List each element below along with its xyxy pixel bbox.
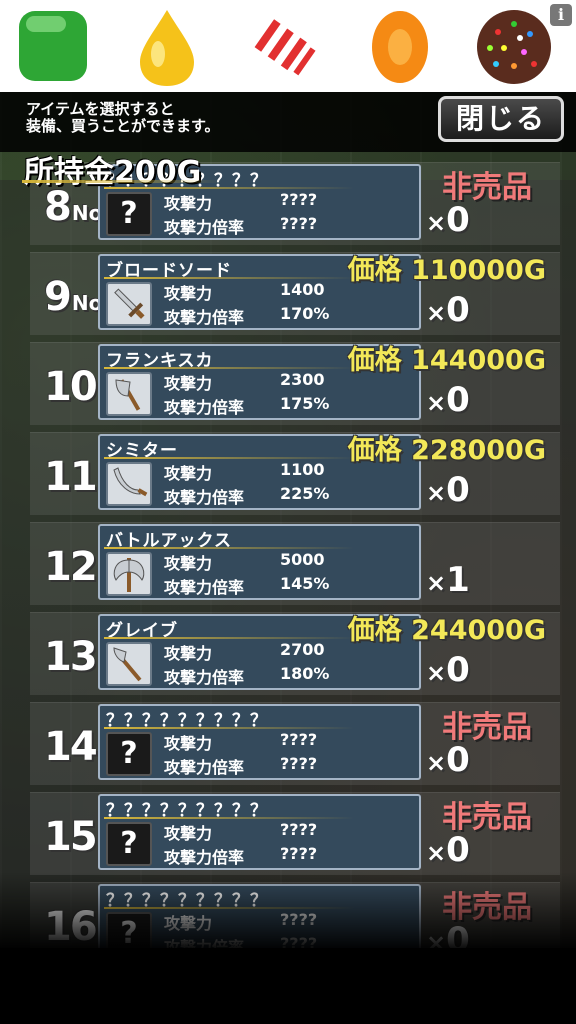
attack-rate-value: 145% — [280, 574, 330, 593]
shop-header: アイテムを選択すると 装備、買うことができます。 閉じる — [0, 92, 576, 152]
attack-rate-label: 攻撃力倍率 — [164, 668, 245, 687]
item-name-underline — [104, 457, 354, 459]
item-count: ×1 — [426, 560, 470, 600]
attack-rate-value: 170% — [280, 304, 330, 323]
attack-value: 5000 — [280, 550, 325, 569]
attack-rate-label: 攻撃力倍率 — [164, 578, 245, 597]
attack-rate-label: 攻撃力倍率 — [164, 218, 245, 237]
green-square-candy-icon[interactable] — [16, 8, 90, 84]
attack-rate-value: ???? — [280, 844, 318, 863]
color-bomb-candy-icon[interactable] — [474, 8, 554, 86]
item-name-underline — [104, 547, 354, 549]
orange-round-candy-icon[interactable] — [370, 8, 430, 86]
item-price: 価格 244000G — [347, 615, 546, 646]
item-count: ×0 — [426, 830, 470, 870]
unknown-item-icon: ? — [106, 822, 152, 866]
unknown-item-icon: ? — [106, 192, 152, 236]
close-button[interactable]: 閉じる — [438, 96, 564, 142]
attack-value: 1100 — [280, 460, 325, 479]
attack-rate-value: 175% — [280, 394, 330, 413]
item-price: 価格 144000G — [347, 345, 546, 376]
attack-value: 2300 — [280, 370, 325, 389]
item-name-underline — [104, 727, 354, 729]
attack-label: 攻撃力 — [164, 734, 213, 753]
item-row[interactable]: 14No ？？？？？？？？？ ? 攻撃力 ???? 攻撃力倍率 ???? ×0 … — [0, 702, 576, 790]
item-name-underline — [104, 637, 354, 639]
item-shop-screen: アイテムを選択すると 装備、買うことができます。 閉じる 8 No ？？？？？？？… — [0, 92, 576, 948]
unknown-item-icon: ? — [106, 732, 152, 776]
attack-rate-value: 225% — [280, 484, 330, 503]
attack-rate-label: 攻撃力倍率 — [164, 488, 245, 507]
bottom-fade — [0, 872, 576, 948]
broadsword-icon — [106, 282, 152, 326]
item-name-underline — [104, 277, 354, 279]
item-name-underline — [104, 817, 354, 819]
item-card[interactable]: ？？？？？？？？？ ? 攻撃力 ???? 攻撃力倍率 ???? — [98, 794, 421, 870]
attack-label: 攻撃力 — [164, 824, 213, 843]
attack-value: ???? — [280, 730, 318, 749]
attack-value: 1400 — [280, 280, 325, 299]
not-for-sale-label: 非売品 — [442, 710, 532, 745]
item-number: 9 No — [44, 274, 103, 320]
item-count: ×0 — [426, 380, 470, 420]
glaive-icon — [106, 642, 152, 686]
attack-rate-label: 攻撃力倍率 — [164, 398, 245, 417]
not-for-sale-label: 非売品 — [442, 800, 532, 835]
attack-label: 攻撃力 — [164, 554, 213, 573]
attack-value: ???? — [280, 820, 318, 839]
attack-rate-label: 攻撃力倍率 — [164, 308, 245, 327]
yellow-drop-candy-icon[interactable] — [134, 8, 200, 88]
question-mark-icon: ? — [120, 196, 138, 231]
attack-label: 攻撃力 — [164, 464, 213, 483]
battle-axe-icon — [106, 552, 152, 596]
item-count: ×0 — [426, 740, 470, 780]
item-name-underline — [104, 367, 354, 369]
item-count: ×0 — [426, 470, 470, 510]
item-row[interactable]: 15No ？？？？？？？？？ ? 攻撃力 ???? 攻撃力倍率 ???? ×0 … — [0, 792, 576, 880]
money-underline — [22, 180, 222, 183]
axe-icon — [106, 372, 152, 416]
question-mark-icon: ? — [120, 826, 138, 861]
striped-candy-icon[interactable] — [244, 8, 324, 86]
item-row[interactable]: 10No フランキスカ 攻撃力 2300 攻撃力倍率 175% ×0 価格 14… — [0, 342, 576, 430]
item-row[interactable]: 13No グレイブ 攻撃力 2700 攻撃力倍率 180% ×0 価格 2440… — [0, 612, 576, 700]
item-card[interactable]: ？？？？？？？？？ ? 攻撃力 ???? 攻撃力倍率 ???? — [98, 704, 421, 780]
scimitar-icon — [106, 462, 152, 506]
ad-info-icon[interactable]: i — [550, 4, 572, 26]
item-card[interactable]: バトルアックス 攻撃力 5000 攻撃力倍率 145% — [98, 524, 421, 600]
item-price: 価格 110000G — [347, 255, 546, 286]
not-for-sale-label: 非売品 — [442, 170, 532, 205]
attack-rate-label: 攻撃力倍率 — [164, 848, 245, 867]
question-mark-icon: ? — [120, 736, 138, 771]
item-row[interactable]: 9 No ブロードソード 攻撃力 1400 攻撃力倍率 170% ×0 価格 11… — [0, 252, 576, 340]
attack-value: ???? — [280, 190, 318, 209]
attack-label: 攻撃力 — [164, 284, 213, 303]
item-count: ×0 — [426, 650, 470, 690]
item-row[interactable]: 12No バトルアックス 攻撃力 5000 攻撃力倍率 145% ×1 — [0, 522, 576, 610]
money-display: 所持金200G — [24, 155, 202, 190]
attack-rate-label: 攻撃力倍率 — [164, 758, 245, 777]
attack-label: 攻撃力 — [164, 194, 213, 213]
item-count: ×0 — [426, 200, 470, 240]
item-row[interactable]: 11No シミター 攻撃力 1100 攻撃力倍率 225% ×0 価格 2280… — [0, 432, 576, 520]
ad-banner[interactable]: i — [0, 0, 576, 92]
instruction-text: アイテムを選択すると 装備、買うことができます。 — [26, 100, 220, 135]
item-count: ×0 — [426, 290, 470, 330]
attack-label: 攻撃力 — [164, 644, 213, 663]
attack-rate-value: ???? — [280, 754, 318, 773]
attack-value: 2700 — [280, 640, 325, 659]
attack-rate-value: 180% — [280, 664, 330, 683]
attack-label: 攻撃力 — [164, 374, 213, 393]
item-price: 価格 228000G — [347, 435, 546, 466]
attack-rate-value: ???? — [280, 214, 318, 233]
